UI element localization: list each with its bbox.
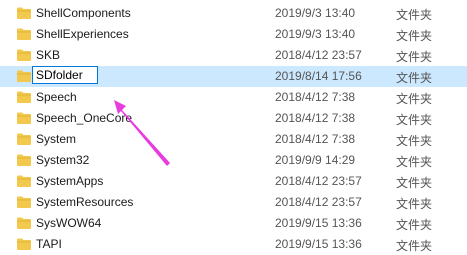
file-name: TAPI [36,237,62,251]
folder-icon [17,49,31,61]
file-type: 文件夹 [396,155,433,169]
folder-icon [17,7,31,19]
file-name: SKB [36,48,61,62]
file-date: 2018/4/12 23:57 [275,48,362,62]
list-item[interactable]: SystemResources 2018/4/12 23:57 文件夹 [0,192,467,213]
list-item-selected[interactable]: 2019/8/14 17:56 文件夹 [0,66,467,87]
folder-icon [17,112,31,124]
file-name: ShellComponents [36,6,131,20]
folder-icon [17,133,31,145]
file-type: 文件夹 [396,239,433,253]
list-item[interactable]: ShellExperiences 2019/9/3 13:40 文件夹 [0,24,467,45]
file-date: 2018/4/12 7:38 [275,90,356,104]
file-type: 文件夹 [396,176,433,190]
file-date: 2019/9/3 13:40 [275,6,356,20]
file-date: 2018/4/12 23:57 [275,174,362,188]
file-date: 2018/4/12 7:38 [275,132,356,146]
file-name: System [36,132,77,146]
list-item[interactable]: Speech_OneCore 2018/4/12 7:38 文件夹 [0,108,467,129]
folder-icon [17,238,31,250]
file-date: 2019/9/9 14:29 [275,153,356,167]
list-item[interactable]: System 2018/4/12 7:38 文件夹 [0,129,467,150]
folder-icon [17,175,31,187]
list-item[interactable]: TAPI 2019/9/15 13:36 文件夹 [0,234,467,255]
folder-icon [17,154,31,166]
file-type: 文件夹 [396,134,433,148]
file-name: Speech_OneCore [36,111,133,125]
file-date: 2018/4/12 23:57 [275,195,362,209]
file-type: 文件夹 [396,218,433,232]
list-item[interactable]: SKB 2018/4/12 23:57 文件夹 [0,45,467,66]
file-name: ShellExperiences [36,27,129,41]
file-type: 文件夹 [396,71,433,85]
file-date: 2019/9/15 13:36 [275,216,362,230]
list-item[interactable]: System32 2019/9/9 14:29 文件夹 [0,150,467,171]
list-item[interactable]: SystemApps 2018/4/12 23:57 文件夹 [0,171,467,192]
folder-icon [17,28,31,40]
file-date: 2019/9/3 13:40 [275,27,356,41]
file-type: 文件夹 [396,8,433,22]
list-item[interactable]: ShellComponents 2019/9/3 13:40 文件夹 [0,3,467,24]
folder-icon [17,70,31,82]
file-name: Speech [36,90,77,104]
folder-icon [17,217,31,229]
file-type: 文件夹 [396,92,433,106]
file-date: 2018/4/12 7:38 [275,111,356,125]
rename-input[interactable] [32,66,98,84]
file-name: SystemApps [36,174,104,188]
file-name: SysWOW64 [36,216,102,230]
file-type: 文件夹 [396,197,433,211]
file-type: 文件夹 [396,113,433,127]
folder-icon [17,91,31,103]
folder-icon [17,196,31,208]
file-date: 2019/9/15 13:36 [275,237,362,251]
list-item[interactable]: Speech 2018/4/12 7:38 文件夹 [0,87,467,108]
file-type: 文件夹 [396,29,433,43]
file-name: System32 [36,153,90,167]
list-item[interactable]: SysWOW64 2019/9/15 13:36 文件夹 [0,213,467,234]
file-type: 文件夹 [396,50,433,64]
file-date: 2019/8/14 17:56 [275,69,362,83]
file-name: SystemResources [36,195,134,209]
